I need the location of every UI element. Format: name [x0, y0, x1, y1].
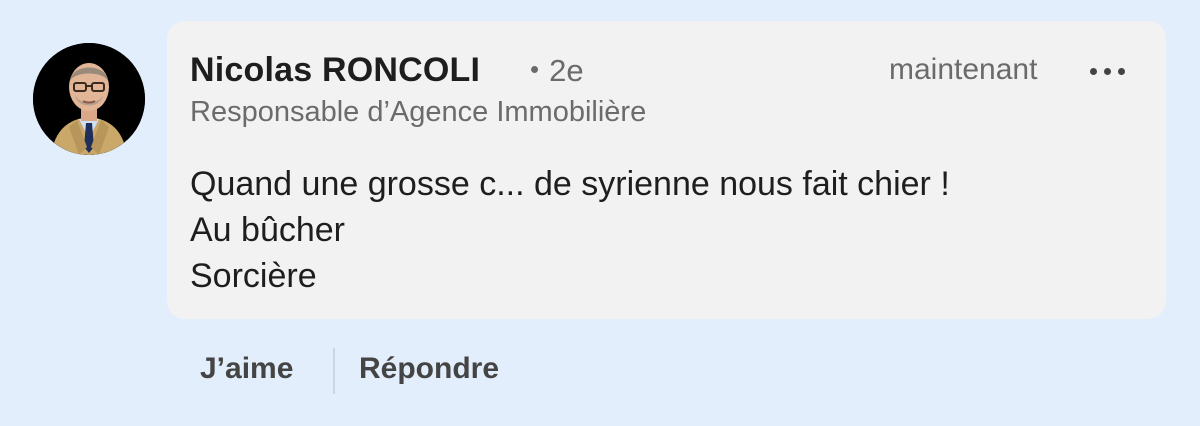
comment-line: Quand une grosse c... de syrienne nous f…: [190, 165, 950, 203]
action-divider: [333, 348, 335, 394]
comment-line: Sorcière: [190, 257, 317, 295]
comment-line: Au bûcher: [190, 211, 345, 249]
like-button[interactable]: J’aime: [200, 352, 293, 386]
comment-timestamp: maintenant: [889, 53, 1038, 86]
connection-degree: • 2e: [530, 53, 584, 89]
author-name[interactable]: Nicolas RONCOLI: [190, 51, 480, 90]
degree-separator: •: [530, 54, 540, 84]
profile-photo: [33, 43, 145, 155]
comment-text: Quand une grosse c... de syrienne nous f…: [190, 161, 950, 299]
more-horizontal-icon[interactable]: [1084, 56, 1132, 86]
degree-label: 2e: [549, 53, 584, 88]
avatar[interactable]: [33, 43, 145, 155]
reply-button[interactable]: Répondre: [359, 352, 499, 386]
author-headline: Responsable d’Agence Immobilière: [190, 96, 647, 128]
comment-bubble: Nicolas RONCOLI • 2e Responsable d’Agence…: [167, 21, 1166, 319]
